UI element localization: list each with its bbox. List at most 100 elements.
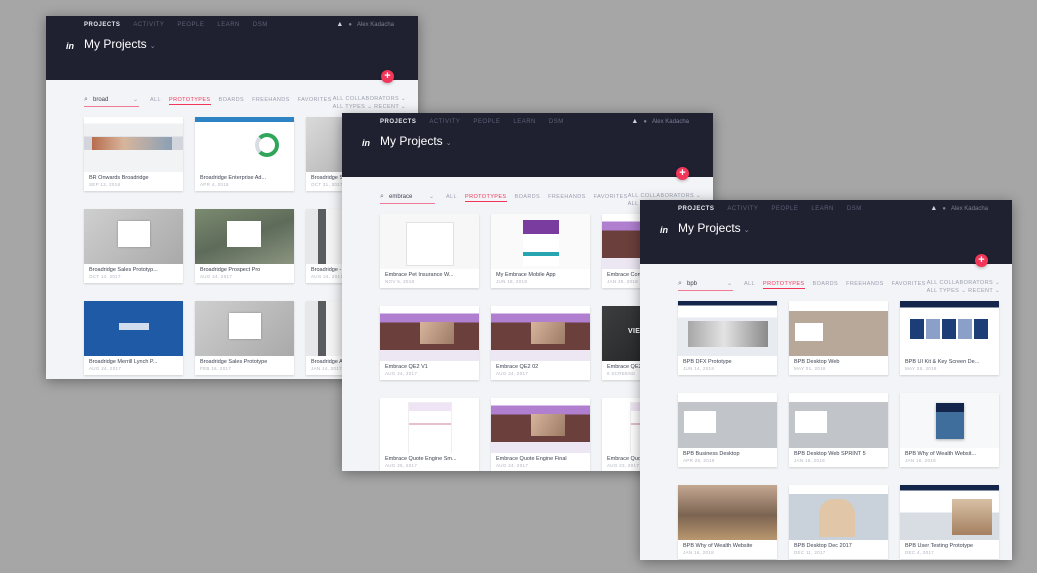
- project-card[interactable]: BR Onwards Broadridge SEP 13, 2018: [84, 117, 183, 191]
- project-name[interactable]: BR Onwards Broadridge: [89, 175, 181, 181]
- project-card[interactable]: Broadridge Sales Prototype FEB 16, 2017: [195, 301, 294, 375]
- project-card[interactable]: BPB DFX Prototype JUN 14, 2018: [678, 301, 777, 375]
- project-thumbnail[interactable]: [789, 485, 888, 540]
- user-name[interactable]: Alex Kadacha: [357, 22, 394, 28]
- project-card[interactable]: BPB UI Kit & Key Screen De... MAY 28, 201…: [900, 301, 999, 375]
- project-name[interactable]: BPB Why of Wealth Website: [683, 543, 775, 549]
- project-card[interactable]: Embrace Pet Insurance W... NOV 5, 2018: [380, 214, 479, 288]
- project-card[interactable]: BPB User Testing Prototype DEC 4, 2017: [900, 485, 999, 559]
- tab-favorites[interactable]: FAVORITES: [594, 194, 628, 202]
- project-card[interactable]: Broadridge Enterprise Ad... APR 4, 2018: [195, 117, 294, 191]
- project-card[interactable]: Embrace QE2 02 AUG 24, 2017: [491, 306, 590, 380]
- nav-item-projects[interactable]: PROJECTS: [380, 119, 416, 125]
- project-thumbnail[interactable]: [380, 214, 479, 269]
- user-name[interactable]: Alex Kadacha: [652, 119, 689, 125]
- types-dropdown[interactable]: ALL TYPES: [927, 288, 960, 294]
- project-card[interactable]: Broadridge Prospect Pro AUG 24, 2017: [195, 209, 294, 283]
- bell-icon[interactable]: ▲: [631, 118, 638, 125]
- nav-item-activity[interactable]: ACTIVITY: [727, 206, 758, 212]
- nav-item-projects[interactable]: PROJECTS: [84, 22, 120, 28]
- project-thumbnail[interactable]: [678, 393, 777, 448]
- search-value[interactable]: broad: [93, 97, 108, 103]
- project-card[interactable]: Broadridge Merrill Lynch P... AUG 24, 201…: [84, 301, 183, 375]
- nav-item-dsm[interactable]: DSM: [253, 22, 268, 28]
- project-thumbnail[interactable]: [900, 393, 999, 448]
- project-card[interactable]: BPB Desktop Web SPRINT 5 JAN 16, 2018: [789, 393, 888, 467]
- search-value[interactable]: bpb: [687, 281, 697, 287]
- chevron-down-icon[interactable]: ⌄: [150, 43, 156, 50]
- avatar[interactable]: ●: [348, 22, 352, 28]
- project-thumbnail[interactable]: [900, 485, 999, 540]
- project-name[interactable]: BPB DFX Prototype: [683, 359, 775, 365]
- search-dropdown-icon[interactable]: ⌄: [429, 192, 434, 202]
- project-card[interactable]: Embrace Quote Engine Final AUG 24, 2017: [491, 398, 590, 471]
- tab-freehands[interactable]: FREEHANDS: [252, 97, 290, 105]
- tab-prototypes[interactable]: PROTOTYPES: [169, 97, 211, 105]
- tab-prototypes[interactable]: PROTOTYPES: [465, 194, 507, 202]
- project-thumbnail[interactable]: [491, 214, 590, 269]
- nav-item-activity[interactable]: ACTIVITY: [133, 22, 164, 28]
- invision-logo[interactable]: in: [362, 138, 370, 148]
- bell-icon[interactable]: ▲: [336, 21, 343, 28]
- add-project-button[interactable]: +: [676, 167, 689, 180]
- project-name[interactable]: Embrace QE2 02: [496, 364, 588, 370]
- nav-item-dsm[interactable]: DSM: [847, 206, 862, 212]
- search-value[interactable]: embrace: [389, 194, 412, 200]
- nav-item-people[interactable]: PEOPLE: [177, 22, 204, 28]
- project-name[interactable]: Broadridge Sales Prototype: [200, 359, 292, 365]
- project-thumbnail[interactable]: [900, 301, 999, 356]
- project-card[interactable]: Broadridge Sales Prototyp... OCT 14, 2017: [84, 209, 183, 283]
- invision-logo[interactable]: in: [66, 41, 74, 51]
- project-card[interactable]: Embrace Quote Engine Sm... AUG 25, 2017: [380, 398, 479, 471]
- project-name[interactable]: BPB User Testing Prototype: [905, 543, 997, 549]
- chevron-down-icon[interactable]: ⌄: [744, 227, 750, 234]
- project-thumbnail[interactable]: [678, 485, 777, 540]
- project-name[interactable]: My Embrace Mobile App: [496, 272, 588, 278]
- project-name[interactable]: Embrace Quote Engine Final: [496, 456, 588, 462]
- bell-icon[interactable]: ▲: [930, 205, 937, 212]
- project-card[interactable]: My Embrace Mobile App JUN 18, 2018: [491, 214, 590, 288]
- search-input[interactable]: ⌕ bpb ⌄: [678, 279, 733, 291]
- nav-item-learn[interactable]: LEARN: [217, 22, 240, 28]
- search-input[interactable]: ⌕ broad ⌄: [84, 95, 139, 107]
- add-project-button[interactable]: +: [381, 70, 394, 83]
- project-name[interactable]: Embrace QE2 V1: [385, 364, 477, 370]
- project-thumbnail[interactable]: [491, 306, 590, 361]
- add-project-button[interactable]: +: [975, 254, 988, 267]
- search-dropdown-icon[interactable]: ⌄: [727, 279, 732, 289]
- nav-item-people[interactable]: PEOPLE: [473, 119, 500, 125]
- avatar[interactable]: ●: [643, 119, 647, 125]
- project-thumbnail[interactable]: [491, 398, 590, 453]
- nav-item-projects[interactable]: PROJECTS: [678, 206, 714, 212]
- project-thumbnail[interactable]: [380, 306, 479, 361]
- project-name[interactable]: Embrace Quote Engine Sm...: [385, 456, 477, 462]
- project-name[interactable]: BPB Desktop Web: [794, 359, 886, 365]
- tab-boards[interactable]: BOARDS: [813, 281, 839, 289]
- nav-item-dsm[interactable]: DSM: [549, 119, 564, 125]
- user-name[interactable]: Alex Kadacha: [951, 206, 988, 212]
- project-name[interactable]: Broadridge Enterprise Ad...: [200, 175, 292, 181]
- nav-item-people[interactable]: PEOPLE: [771, 206, 798, 212]
- tab-favorites[interactable]: FAVORITES: [892, 281, 926, 289]
- chevron-down-icon[interactable]: ⌄: [446, 140, 452, 147]
- collaborators-dropdown[interactable]: ALL COLLABORATORS ⌄: [927, 279, 1000, 287]
- project-name[interactable]: BPB UI Kit & Key Screen De...: [905, 359, 997, 365]
- tab-favorites[interactable]: FAVORITES: [298, 97, 332, 105]
- tab-all[interactable]: ALL: [744, 281, 755, 289]
- project-thumbnail[interactable]: [195, 117, 294, 172]
- tab-all[interactable]: ALL: [446, 194, 457, 202]
- avatar[interactable]: ●: [942, 206, 946, 212]
- project-thumbnail[interactable]: [195, 301, 294, 356]
- project-thumbnail[interactable]: [84, 117, 183, 172]
- collaborators-dropdown[interactable]: ALL COLLABORATORS ⌄: [628, 192, 701, 200]
- project-thumbnail[interactable]: [789, 393, 888, 448]
- nav-item-learn[interactable]: LEARN: [811, 206, 834, 212]
- project-name[interactable]: Broadridge Sales Prototyp...: [89, 267, 181, 273]
- project-name[interactable]: Embrace Pet Insurance W...: [385, 272, 477, 278]
- tab-all[interactable]: ALL: [150, 97, 161, 105]
- project-card[interactable]: BPB Desktop Dec 2017 DEC 11, 2017: [789, 485, 888, 559]
- project-thumbnail[interactable]: [84, 209, 183, 264]
- project-name[interactable]: BPB Why of Wealth Websit...: [905, 451, 997, 457]
- nav-item-activity[interactable]: ACTIVITY: [429, 119, 460, 125]
- sort-dropdown[interactable]: RECENT: [968, 288, 993, 294]
